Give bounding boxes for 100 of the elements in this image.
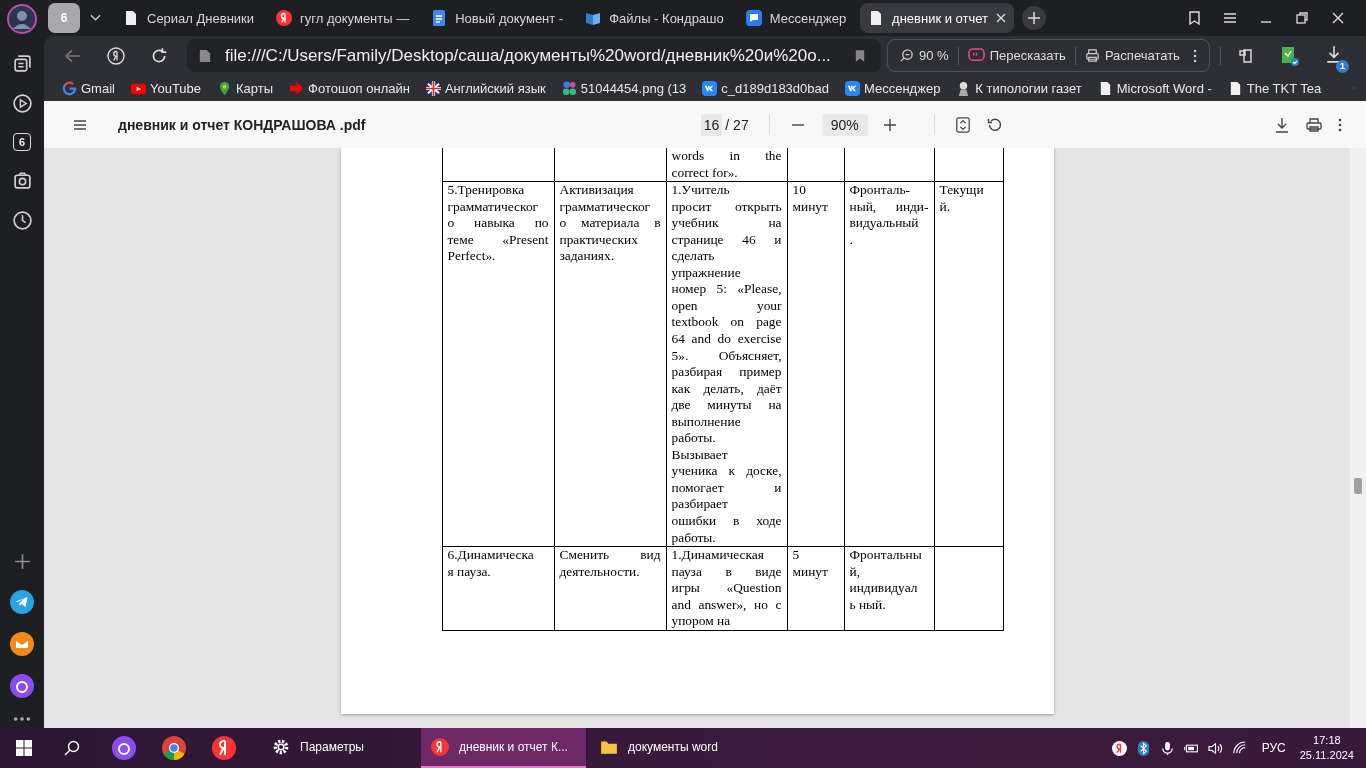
google-icon (62, 80, 77, 96)
chevron-down-icon[interactable] (90, 14, 101, 22)
telegram-icon[interactable] (10, 590, 34, 614)
clock[interactable]: 17:18 25.11.2024 (1299, 733, 1354, 763)
assistant-icon[interactable] (112, 736, 136, 760)
plus-icon (1028, 12, 1041, 24)
play-icon[interactable] (11, 93, 33, 114)
wifi-icon[interactable] (1231, 740, 1247, 756)
table-cell: 5.Тренировка грамматическог о навыка по теме «Present Perfect». (447, 182, 549, 265)
bookmark-item[interactable]: Фотошоп онлайн (289, 80, 410, 96)
windows-start-icon[interactable] (16, 740, 32, 756)
file-icon (199, 48, 211, 63)
bookmark-item[interactable]: Мессенджер (845, 80, 941, 96)
zoom-button[interactable]: 90 % (896, 48, 952, 63)
microphone-icon[interactable] (1159, 740, 1175, 756)
restore-icon[interactable] (1294, 10, 1310, 26)
camera-icon[interactable] (11, 170, 33, 191)
browser-tab[interactable]: гугл документы — (268, 3, 418, 33)
more-icon[interactable] (13, 716, 31, 722)
tab-count-badge[interactable]: 6 (13, 133, 31, 151)
browser-tab[interactable]: Новый документ - (423, 3, 572, 33)
page-number-field[interactable]: 16 (700, 113, 723, 136)
taskbar-item[interactable]: Параметры (262, 728, 417, 768)
extensions-icon[interactable] (1236, 46, 1255, 65)
browser-tab[interactable]: дневник и отчет (860, 3, 1015, 33)
clock-icon[interactable] (11, 210, 33, 231)
more-icon[interactable] (1338, 116, 1342, 133)
zoom-field[interactable]: 90% (821, 113, 868, 136)
browser-tab[interactable]: Сериал Дневники (115, 3, 263, 33)
browser-tab[interactable]: Мессенджер (737, 3, 855, 33)
table-cell: Активизация грамматическог о материала в практических заданиях. (559, 182, 661, 265)
bookmark-item[interactable]: Карты (217, 80, 274, 96)
bookmark-item[interactable]: The TKT Tea (1227, 80, 1322, 96)
table-cell-text: 10 минут (792, 182, 829, 216)
download-count-badge: 1 (1335, 59, 1349, 73)
collections-icon[interactable] (1186, 10, 1202, 26)
retell-button[interactable]: Пересказать (964, 48, 1069, 63)
chrome-icon[interactable] (162, 736, 186, 760)
fit-page-icon[interactable] (954, 116, 971, 133)
table-cell: 1.Динамическая пауза в виде игры «Question and answer», но с упором на (671, 547, 782, 630)
flag-icon (425, 80, 441, 96)
more-icon[interactable] (1192, 47, 1197, 64)
bookmark-item[interactable]: 51044454.png (13 (561, 80, 687, 96)
document-title: дневник и отчет КОНДРАШОВА .pdf (118, 116, 366, 133)
table-cell-text: Текущи й. (939, 182, 985, 216)
print-button[interactable]: Распечатать (1081, 48, 1183, 63)
table-cell-text: 6.Динамическа я пауза. (447, 547, 535, 581)
menu-icon[interactable] (1222, 10, 1238, 26)
tabs-icon[interactable] (11, 53, 33, 74)
dots-icon (561, 80, 577, 96)
language-indicator[interactable]: РУС (1261, 741, 1286, 755)
table-cell: words in the correct for». (671, 148, 782, 182)
taskbar-item[interactable]: дневник и отчет К... (421, 728, 586, 768)
table-cell: Фронталь- ный, инди- видуальный . (849, 182, 929, 249)
close-icon[interactable] (996, 13, 1007, 23)
bookmark-icon[interactable] (855, 48, 865, 63)
table-cell-text: 5 минут (792, 547, 829, 581)
reload-icon[interactable] (150, 46, 168, 65)
page-count: / 27 (725, 116, 749, 133)
vk-icon (845, 80, 860, 96)
yandex-browser-icon[interactable] (212, 736, 236, 760)
zoom-in-icon[interactable] (881, 116, 898, 133)
bookmark-item[interactable]: Gmail (62, 80, 115, 96)
yandex-icon (431, 738, 449, 756)
bookmark-item[interactable]: К типологии газет (956, 80, 1082, 96)
new-tab-button[interactable] (1022, 6, 1047, 30)
bluetooth-icon[interactable] (1135, 740, 1151, 756)
search-icon[interactable] (64, 740, 80, 756)
close-icon[interactable] (1330, 10, 1346, 26)
volume-icon[interactable] (1207, 740, 1223, 756)
assistant-icon[interactable] (10, 674, 34, 698)
mail-icon[interactable] (10, 632, 34, 656)
bookmark-item[interactable]: Английский язык (425, 80, 546, 96)
bookmark-item[interactable]: c_d189d183d0bad (702, 80, 829, 96)
bookmark-item[interactable]: Microsoft Word - (1097, 80, 1212, 96)
quote-icon (967, 48, 985, 63)
zoom-icon (899, 48, 914, 63)
bookmark-item[interactable]: YouTube (130, 80, 202, 96)
docs-icon (431, 10, 448, 26)
print-icon[interactable] (1306, 116, 1322, 133)
arrow-icon (289, 80, 305, 96)
table-cell: 1.Учитель просит открыть учебник на странице 46 и сделать упражнение номер 5: «Please, open your textbook on page 64 and do exercise 5». Объясняет, разбирая пример как делать, даёт две минуты на выполнение работы. Вызывает ученика к доске, помогает и разбирает ошибки в ходе работы. (671, 182, 782, 547)
print-icon (1084, 48, 1100, 63)
folder-icon (600, 738, 618, 756)
avatar-icon[interactable] (7, 4, 37, 34)
document-icon (123, 10, 139, 26)
table-cell: Сменить вид деятельности. (559, 547, 661, 581)
chat-icon (745, 10, 762, 26)
address-bar[interactable]: file:///C:/Users/Family/Desktop/саша/документы%20word/дневник%20и%20о... (187, 39, 881, 72)
gear-icon (272, 738, 290, 756)
download-icon[interactable] (1274, 116, 1290, 133)
vk-icon (702, 80, 718, 96)
rotate-icon[interactable] (986, 116, 1003, 133)
yandex-tray-icon[interactable] (1111, 740, 1127, 756)
browser-tab[interactable]: Файлы - Кондрашо (577, 3, 732, 33)
table-cell-text: Фронтальны й, индивидуал ь ный. (849, 547, 923, 614)
taskbar-item[interactable]: документы word (590, 728, 745, 768)
shield-icon[interactable] (1279, 44, 1300, 67)
book-icon (585, 10, 602, 26)
yandex-home-icon[interactable] (107, 46, 125, 65)
